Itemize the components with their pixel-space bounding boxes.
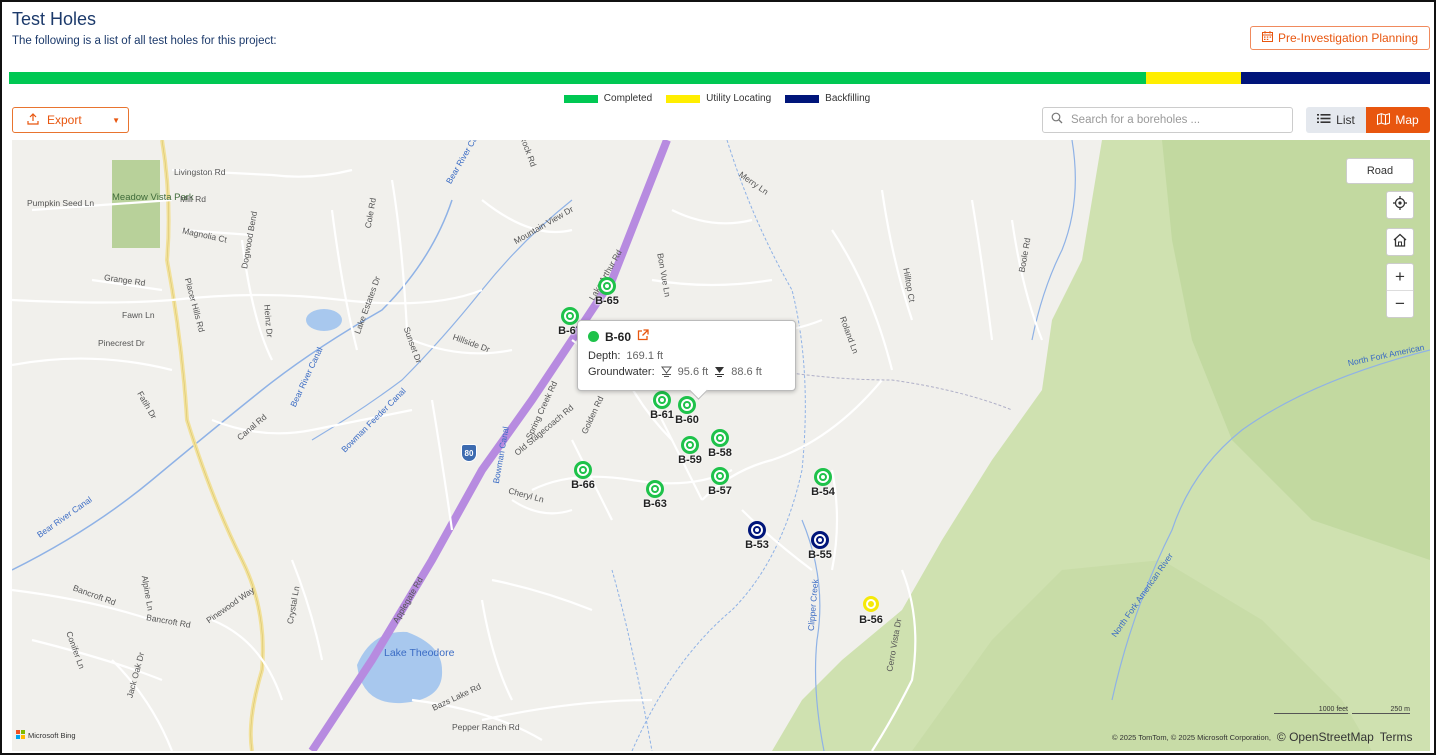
caret-down-icon[interactable]: ▼	[112, 116, 120, 125]
osm-link[interactable]: © OpenStreetMap	[1277, 730, 1374, 744]
interstate-shield: 80	[461, 444, 477, 462]
borehole-marker[interactable]: B-65	[585, 277, 629, 311]
page-title: Test Holes	[12, 9, 97, 29]
upload-icon	[27, 112, 39, 128]
depth-value: 169.1 ft	[626, 350, 664, 362]
map-canvas[interactable]: Livingston Rd Meadow Vista Park Pumpkin …	[12, 140, 1430, 751]
road-label-livingston: Livingston Rd	[174, 167, 226, 177]
borehole-marker[interactable]: B-54	[801, 468, 845, 502]
water-level-icon	[660, 366, 672, 380]
search-icon	[1051, 111, 1063, 129]
groundwater-label: Groundwater:	[588, 366, 655, 378]
park-label-meadow-vista: Meadow Vista Park	[112, 192, 194, 203]
status-legend: Completed Utility Locating Backfilling	[2, 93, 1436, 104]
progress-backfilling	[1241, 72, 1430, 84]
depth-label: Depth:	[588, 350, 621, 362]
legend-label: Backfilling	[825, 93, 871, 104]
legend-item-backfilling: Backfilling	[785, 93, 870, 104]
calendar-icon	[1261, 31, 1273, 45]
export-label: Export	[47, 113, 82, 127]
external-link-icon[interactable]	[637, 329, 649, 344]
progress-completed	[9, 72, 1146, 84]
microsoft-logo-icon	[16, 730, 25, 741]
bing-logo: Microsoft Bing	[16, 730, 76, 741]
borehole-marker[interactable]: B-58	[698, 429, 742, 463]
zoom-out-button[interactable]: −	[1387, 291, 1413, 317]
groundwater-value-2: 88.6 ft	[731, 366, 762, 378]
borehole-marker[interactable]: B-55	[798, 531, 842, 565]
road-label-pepper-ranch: Pepper Ranch Rd	[452, 722, 520, 732]
legend-swatch	[785, 94, 820, 103]
popup-title: B-60	[605, 329, 632, 344]
water-level-filled-icon	[714, 366, 725, 380]
zoom-in-button[interactable]: +	[1387, 264, 1413, 291]
page-subtitle: The following is a list of all test hole…	[12, 35, 277, 47]
borehole-search[interactable]	[1042, 107, 1293, 133]
terms-link[interactable]: Terms	[1380, 730, 1413, 744]
road-label-pumpkin-seed: Pumpkin Seed Ln	[27, 198, 95, 208]
crosshair-icon	[1393, 195, 1407, 215]
list-icon	[1317, 113, 1331, 127]
map-label: Map	[1395, 113, 1419, 127]
list-view-button[interactable]: List	[1306, 107, 1366, 133]
legend-label: Completed	[603, 93, 653, 104]
legend-swatch	[563, 94, 598, 103]
pre-investigation-planning-button[interactable]: Pre-Investigation Planning	[1250, 26, 1430, 50]
legend-swatch	[666, 94, 701, 103]
locate-button[interactable]	[1386, 191, 1414, 219]
status-progress-bar	[9, 72, 1430, 84]
list-label: List	[1336, 113, 1355, 127]
view-toggle: List Map	[1306, 107, 1430, 133]
progress-utility-locating	[1145, 72, 1241, 84]
app-frame: Test Holes The following is a list of al…	[0, 0, 1436, 755]
status-dot	[588, 331, 599, 342]
road-style-button[interactable]: Road	[1346, 158, 1414, 184]
pre-investigation-planning-label: Pre-Investigation Planning	[1277, 31, 1419, 45]
export-button[interactable]: Export ▼	[12, 107, 129, 133]
borehole-marker[interactable]: B-63	[633, 480, 677, 514]
road-label-fawn: Fawn Ln	[122, 310, 155, 320]
home-icon	[1393, 233, 1407, 252]
scale-bar-feet: 1000 feet	[1274, 706, 1348, 714]
legend-label: Utility Locating	[706, 93, 772, 104]
search-input[interactable]	[1071, 114, 1281, 126]
borehole-marker[interactable]: B-66	[561, 461, 605, 495]
lake-label-theodore: Lake Theodore	[384, 647, 455, 659]
borehole-marker[interactable]: B-53	[735, 521, 779, 555]
borehole-marker[interactable]: B-56	[849, 596, 893, 630]
map-view-button[interactable]: Map	[1366, 107, 1430, 133]
map-icon	[1377, 112, 1391, 128]
scale-bar-meters: 250 m	[1352, 706, 1410, 714]
road-label-mill: Mill Rd	[180, 194, 206, 204]
zoom-control: + −	[1386, 263, 1414, 318]
road-label-pinecrest: Pinecrest Dr	[98, 338, 145, 348]
borehole-marker[interactable]: B-57	[698, 467, 742, 501]
legend-item-completed: Completed	[563, 93, 653, 104]
map-attribution: © 2025 TomTom, © 2025 Microsoft Corporat…	[1112, 730, 1413, 744]
borehole-marker-selected[interactable]: B-60	[665, 396, 709, 430]
borehole-popup: B-60 Depth: 169.1 ft Groundwater: 95.6 f…	[577, 320, 796, 391]
groundwater-value-1: 95.6 ft	[677, 366, 709, 378]
home-button[interactable]	[1386, 228, 1414, 256]
legend-item-utility-locating: Utility Locating	[666, 93, 771, 104]
